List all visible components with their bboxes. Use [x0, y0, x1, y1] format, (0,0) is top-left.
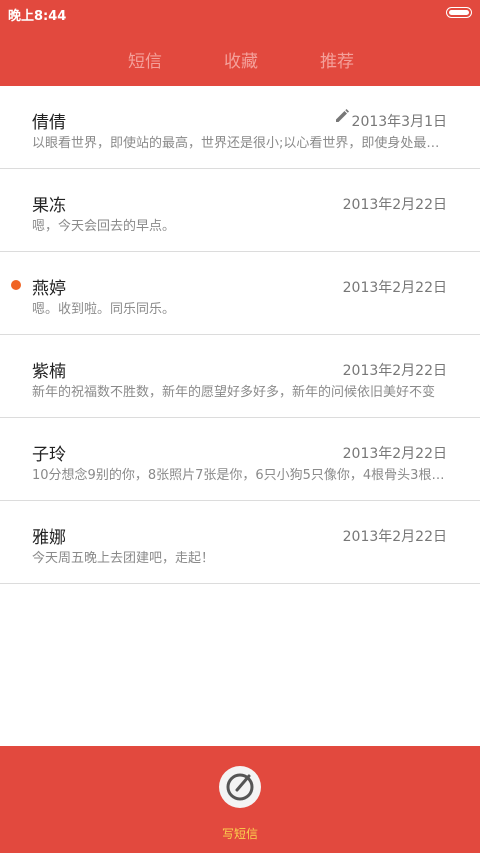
message-preview: 10分想念9别的你，8张照片7张是你，6只小狗5只像你，4根骨头3根给你	[32, 468, 448, 483]
pencil-icon	[336, 109, 349, 122]
conversation-item[interactable]: 雅娜 2013年2月22日 今天周五晚上去团建吧，走起！	[0, 501, 480, 584]
tab-favorites[interactable]: 收藏	[224, 47, 258, 72]
conversation-item[interactable]: 子玲 2013年2月22日 10分想念9别的你，8张照片7张是你，6只小狗5只像…	[0, 418, 480, 501]
battery-icon	[446, 7, 472, 18]
contact-name: 紫楠	[32, 362, 66, 382]
compose-icon[interactable]	[218, 765, 262, 809]
message-date: 2013年2月22日	[342, 529, 447, 545]
unread-dot-icon	[11, 280, 21, 290]
contact-name: 子玲	[32, 445, 66, 465]
contact-name: 燕婷	[32, 279, 66, 299]
conversation-item[interactable]: 紫楠 2013年2月22日 新年的祝福数不胜数，新年的愿望好多好多，新年的问候依…	[0, 335, 480, 418]
bottom-bar: 写短信	[0, 746, 480, 853]
message-preview: 今天周五晚上去团建吧，走起！	[32, 551, 215, 566]
message-preview: 以眼看世界，即使站的最高，世界还是很小;以心看世界，即使身处最低，世界也会很大	[32, 136, 448, 151]
contact-name: 倩倩	[32, 113, 66, 133]
contact-name: 果冻	[32, 196, 66, 216]
conversation-item[interactable]: 燕婷 2013年2月22日 嗯。收到啦。同乐同乐。	[0, 252, 480, 335]
contact-name: 雅娜	[32, 528, 66, 548]
tab-recommended[interactable]: 推荐	[320, 47, 354, 72]
compose-label[interactable]: 写短信	[0, 825, 480, 842]
header-tabs: 短信 收藏 推荐	[0, 28, 480, 86]
tab-sms[interactable]: 短信	[128, 47, 162, 72]
message-date: 2013年2月22日	[342, 197, 447, 213]
message-date: 2013年3月1日	[351, 114, 447, 130]
conversation-item[interactable]: 果冻 2013年2月22日 嗯，今天会回去的早点。	[0, 169, 480, 252]
conversation-list: 倩倩 2013年3月1日 以眼看世界，即使站的最高，世界还是很小;以心看世界，即…	[0, 86, 480, 584]
conversation-item[interactable]: 倩倩 2013年3月1日 以眼看世界，即使站的最高，世界还是很小;以心看世界，即…	[0, 86, 480, 169]
message-date: 2013年2月22日	[342, 446, 447, 462]
message-date: 2013年2月22日	[342, 363, 447, 379]
status-bar: 晚上8:44	[0, 0, 480, 28]
message-preview: 嗯，今天会回去的早点。	[32, 219, 176, 234]
message-date: 2013年2月22日	[342, 280, 447, 296]
message-preview: 嗯。收到啦。同乐同乐。	[32, 302, 176, 317]
status-time: 晚上8:44	[8, 9, 67, 24]
message-preview: 新年的祝福数不胜数，新年的愿望好多好多，新年的问候依旧美好不变	[32, 385, 436, 400]
